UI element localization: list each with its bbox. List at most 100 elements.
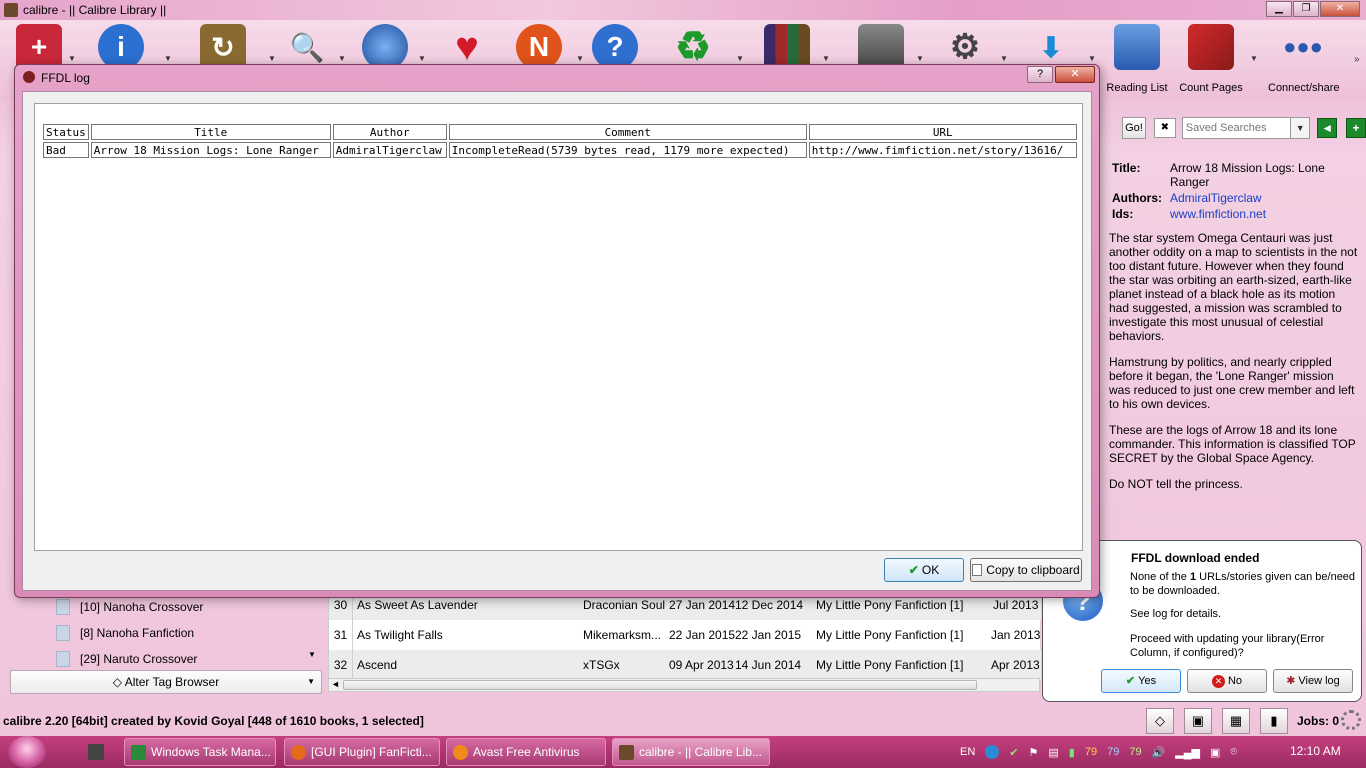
notification-see-log: See log for details. [1130,608,1222,620]
no-label: No [1227,675,1243,687]
table-row[interactable]: 32 Ascend xTSGx 09 Apr 2013 14 Jun 2014 … [329,650,1041,680]
ok-button[interactable]: ✔ OK [884,558,964,582]
printer-icon[interactable]: ▤ [1048,746,1058,759]
book-date-cell: 22 Jan 2015 [669,628,736,642]
count-pages-button[interactable]: Count Pages [1176,24,1246,94]
flag-icon[interactable]: ⚑ [1029,746,1039,759]
toolbar-overflow-icon[interactable]: » [1354,54,1360,65]
close-window-button[interactable]: ✕ [1320,1,1360,17]
scroll-down-icon[interactable]: ▼ [308,650,316,659]
view-log-button[interactable]: ✱ View log [1273,669,1353,693]
maximize-button[interactable]: ❐ [1293,1,1319,17]
firefox-icon [291,745,306,760]
tag-item[interactable]: [29] Naruto Crossover [10,646,322,672]
book-series-cell: My Little Pony Fanfiction [1] [816,598,964,612]
minimize-button[interactable]: ▁ [1266,1,1292,17]
details-ids-key: Ids: [1112,207,1134,221]
copy-to-clipboard-button[interactable]: Copy to clipboard [970,558,1082,582]
view-log-label: View log [1298,675,1340,687]
help-button[interactable]: ? [1027,66,1053,83]
battery-icon[interactable]: ▮ [1069,746,1075,759]
preferences-dropdown-icon[interactable]: ▼ [1000,54,1008,63]
book-series-cell: My Little Pony Fanfiction [1] [816,628,964,642]
get-books-dropdown-icon[interactable]: ▼ [418,54,426,63]
tag-icon[interactable]: ◇ [1146,708,1174,734]
clear-search-icon[interactable]: ✖ [1153,118,1176,138]
book-title-cell: Ascend [357,658,398,672]
add-books-dropdown-icon[interactable]: ▼ [68,54,76,63]
book-modified-cell: 12 Dec 2014 [735,598,804,612]
cover-flow-icon[interactable]: ▣ [1184,708,1212,734]
author-link[interactable]: AdmiralTigerclaw [1170,191,1366,205]
signal-icon[interactable]: ▂▄▆ [1175,746,1200,759]
copy-search-icon[interactable]: ◄ [1317,118,1338,138]
count-pages-label: Count Pages [1179,82,1243,94]
taskbar-task[interactable]: [GUI Plugin] FanFicti... [284,738,440,766]
title-bar: calibre - || Calibre Library || ▁ ❐ ✕ [0,0,1366,20]
reading-list-icon [1114,24,1160,70]
device-dropdown-icon[interactable]: ▼ [916,54,924,63]
view-dropdown-icon[interactable]: ▼ [338,54,346,63]
no-button[interactable]: ✕ No [1187,669,1267,693]
details-authors-key: Authors: [1112,191,1162,205]
scroll-left-icon[interactable]: ◄ [331,679,340,689]
cancel-icon: ✕ [1211,675,1225,688]
count-pages-icon [1188,24,1234,70]
alter-tag-browser-button[interactable]: ◇ Alter Tag Browser ▼ [10,670,322,694]
comment-cell: IncompleteRead(5739 bytes read, 1179 mor… [448,142,807,158]
remove-dropdown-icon[interactable]: ▼ [736,54,744,63]
reading-list-button[interactable]: Reading List [1102,24,1172,94]
quicklaunch-icon[interactable] [88,744,104,760]
chrome-icon[interactable] [985,745,1000,759]
horizontal-scrollbar[interactable]: ◄ [328,678,1040,692]
grid-view-icon[interactable]: ▦ [1222,708,1250,734]
ffdl-dropdown-icon[interactable]: ▼ [1088,54,1096,63]
url-cell[interactable]: http://www.fimfiction.net/story/13616/ [808,142,1077,158]
network-icon[interactable]: ▣ [1210,746,1220,759]
yes-button[interactable]: ✔ Yes [1101,669,1181,693]
library-dropdown-icon[interactable]: ▼ [822,54,830,63]
details-authors-row: Authors: AdmiralTigerclaw [1112,191,1366,205]
chevron-down-icon[interactable]: ▼ [1290,117,1311,139]
clock[interactable]: 12:10 AM [1290,744,1341,758]
message-text: None of the [1130,571,1190,583]
check-icon[interactable]: ✔ [1009,746,1018,759]
language-indicator[interactable]: EN [960,746,975,758]
taskbar-task[interactable]: Windows Task Mana... [124,738,276,766]
jobs-count[interactable]: Jobs: 0 [1297,714,1339,728]
start-button[interactable] [8,736,46,768]
table-row[interactable]: 31 As Twilight Falls Mikemarksm... 22 Ja… [329,620,1041,650]
author-cell: AdmiralTigerclaw [332,142,447,158]
count-pages-dropdown-icon[interactable]: ▼ [1250,54,1258,63]
task-label: Windows Task Mana... [151,745,271,759]
chevron-down-icon[interactable]: ▼ [307,671,315,693]
book-icon[interactable]: ▮ [1260,708,1288,734]
book-published-cell: Jan 2013 [991,628,1041,642]
book-modified-cell: 14 Jun 2014 [735,658,802,672]
close-dialog-button[interactable]: ✕ [1055,66,1095,83]
save-search-icon[interactable]: + [1346,118,1366,138]
details-title-row: Title: Arrow 18 Mission Logs: Lone Range… [1112,161,1366,189]
temp-readout: 79 [1084,746,1098,758]
header-comment: Comment [448,124,807,140]
log-row: Bad Arrow 18 Mission Logs: Lone Ranger A… [43,142,1077,158]
tag-icon [56,651,70,667]
scrollbar-thumb[interactable] [343,680,977,690]
tag-icon [56,599,70,615]
volume-icon[interactable]: 🔊 [1152,746,1166,759]
comment-paragraph: Do NOT tell the princess. [1109,477,1243,491]
header-author: Author [332,124,447,140]
saved-searches-combo[interactable]: Saved Searches ▼ [1181,117,1311,139]
go-button[interactable]: Go! [1122,117,1146,139]
dialog-body: Status Title Author Comment URL Bad Arro… [22,91,1092,591]
edit-metadata-dropdown-icon[interactable]: ▼ [164,54,172,63]
ids-link[interactable]: www.fimfiction.net [1170,207,1366,221]
details-title-value: Arrow 18 Mission Logs: Lone Ranger [1170,161,1325,189]
wifi-icon[interactable]: ⌾ [1230,746,1237,759]
taskbar-task[interactable]: calibre - || Calibre Lib... [612,738,770,766]
tag-item[interactable]: [8] Nanoha Fanfiction [10,620,322,646]
task-label: calibre - || Calibre Lib... [639,745,762,759]
taskbar-task[interactable]: Avast Free Antivirus [446,738,606,766]
book-author-cell: xTSGx [583,658,620,672]
connect-share-button[interactable]: ●●● Connect/share [1268,24,1340,94]
